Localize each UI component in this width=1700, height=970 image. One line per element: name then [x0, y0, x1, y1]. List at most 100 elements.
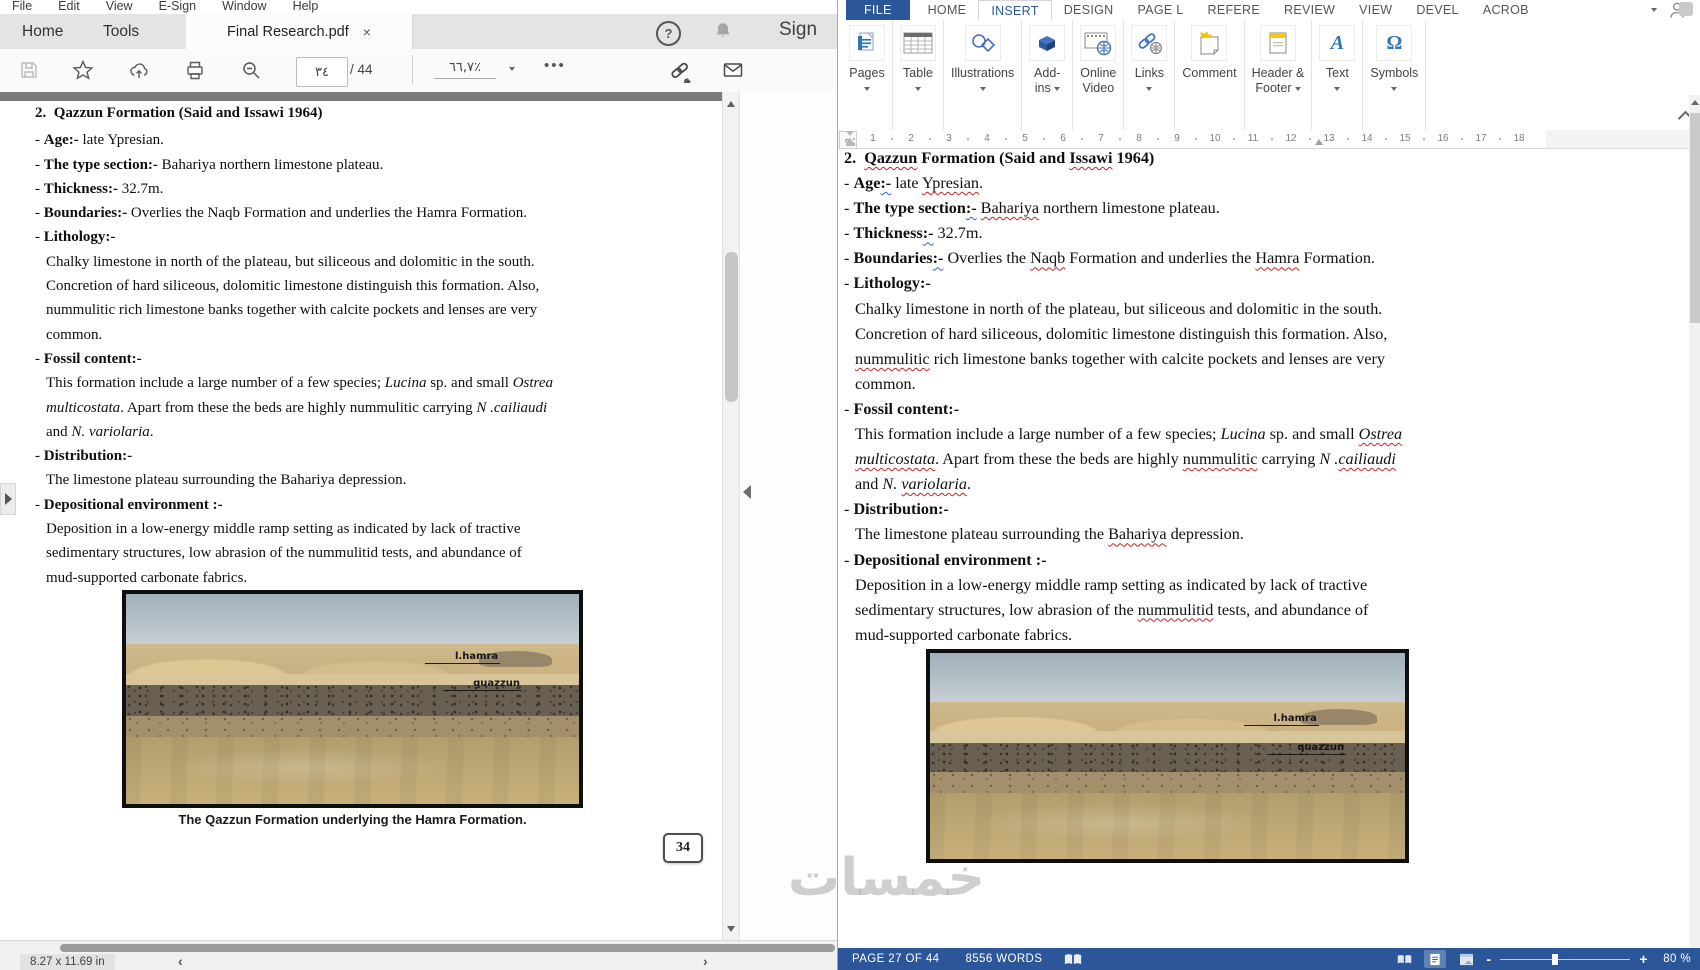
acrobat-document-tab[interactable]: Final Research.pdf × — [186, 14, 413, 49]
ribbon-tab-view[interactable]: VIEW — [1347, 0, 1404, 20]
share-cloud-icon[interactable] — [128, 59, 150, 81]
scrollbar-thumb[interactable] — [1690, 113, 1700, 323]
zoom-slider[interactable] — [1500, 959, 1630, 960]
proofing-status-icon[interactable] — [1064, 953, 1082, 966]
ribbon-group-pages: Pages — [842, 20, 893, 130]
ribbon-tab-acrob[interactable]: ACROB — [1471, 0, 1541, 20]
ribbon-group-table: TableTables — [893, 20, 944, 130]
doc-line: Chalky limestone in north of the plateau… — [35, 250, 655, 274]
ribbon-button-addins[interactable]: Add-ins — [1029, 22, 1065, 96]
web-layout-icon[interactable] — [1455, 950, 1477, 968]
doc-line: - Age:- late Ypresian. — [35, 128, 655, 152]
acrobat-home-tab[interactable]: Home — [22, 14, 63, 49]
scroll-up-icon[interactable] — [1691, 100, 1699, 105]
text-icon: A — [1319, 25, 1355, 61]
menu-view[interactable]: View — [106, 0, 133, 13]
more-options-icon[interactable]: ••• — [544, 57, 566, 74]
menu-e-sign[interactable]: E-Sign — [159, 0, 197, 13]
menu-window[interactable]: Window — [222, 0, 266, 13]
scrollbar-thumb[interactable] — [725, 252, 738, 402]
ribbon-tab-home[interactable]: HOME — [916, 0, 979, 20]
star-icon[interactable] — [72, 59, 94, 81]
notifications-bell-icon[interactable] — [712, 20, 734, 42]
menu-edit[interactable]: Edit — [58, 0, 80, 13]
pdf-vertical-scrollbar[interactable] — [722, 92, 740, 941]
ribbon-button-headerfooter[interactable]: Header &Footer — [1252, 22, 1305, 96]
page-number-input[interactable] — [296, 57, 348, 87]
status-bar-right: - + 80 % — [1393, 948, 1695, 970]
zoom-in-button[interactable]: + — [1639, 950, 1648, 968]
ribbon-button-symbols[interactable]: ΩSymbols — [1370, 22, 1418, 96]
pdf-canvas-background — [0, 92, 739, 101]
chevron-down-icon — [864, 87, 870, 91]
doc-line: - The type section:- Bahariya northern l… — [844, 196, 1544, 221]
doc-line: Concretion of hard siliceous, dolomitic … — [35, 274, 655, 298]
help-icon[interactable]: ? — [656, 21, 681, 46]
ribbon-tab-devel[interactable]: DEVEL — [1404, 0, 1471, 20]
doc-line: - Depositional environment :- — [35, 493, 655, 517]
print-layout-icon[interactable] — [1424, 950, 1446, 968]
photo-mid-band — [930, 772, 1405, 795]
ribbon-tab-page-l[interactable]: PAGE L — [1125, 0, 1195, 20]
word-text-block[interactable]: 2. Qazzun Formation (Said and Issawi 196… — [844, 149, 1544, 648]
menu-help[interactable]: Help — [293, 0, 319, 13]
ruler-scale: 123456789101112131415161718 — [854, 130, 1538, 148]
scroll-up-icon[interactable] — [727, 101, 735, 107]
page-count-status[interactable]: PAGE 27 OF 44 — [852, 953, 939, 965]
scroll-down-icon[interactable] — [727, 926, 735, 932]
zoom-percentage[interactable]: 80 % — [1657, 953, 1691, 965]
word-photo-qazzun-formation[interactable]: l.hamra quazzun — [926, 649, 1409, 863]
doc-line: - Thickness:- 32.7m. — [844, 221, 1544, 246]
save-icon[interactable] — [18, 59, 40, 81]
close-icon[interactable]: × — [363, 24, 371, 40]
ruler-mark: 5 — [1006, 130, 1044, 148]
email-icon[interactable] — [722, 59, 744, 81]
print-icon[interactable] — [184, 59, 206, 81]
chevron-down-icon[interactable] — [1651, 8, 1657, 12]
ribbon-group-illustrations: Illustrations — [944, 20, 1022, 130]
ruler-mark: 18 — [1500, 130, 1538, 148]
hscroll-right-icon[interactable]: › — [703, 953, 708, 969]
word-count-status[interactable]: 8556 WORDS — [965, 953, 1042, 965]
read-mode-icon[interactable] — [1393, 950, 1415, 968]
doc-line: - Boundaries:- Overlies the Naqb Formati… — [844, 246, 1544, 271]
ribbon-button-label: Add- — [1034, 66, 1060, 81]
horizontal-scrollbar-thumb[interactable] — [60, 944, 835, 952]
photo-label-quazzun: quazzun — [443, 678, 522, 691]
ribbon-button-table[interactable]: Table — [900, 22, 936, 96]
word-document-canvas[interactable]: 2. Qazzun Formation (Said and Issawi 196… — [838, 149, 1689, 948]
menu-file[interactable]: File — [12, 0, 32, 13]
chevron-down-icon[interactable] — [509, 67, 515, 71]
ribbon-tab-file[interactable]: FILE — [846, 0, 910, 20]
ribbon-button-links[interactable]: Links — [1131, 22, 1167, 96]
ribbon-tab-insert[interactable]: INSERT — [978, 0, 1051, 20]
search-icon[interactable] — [240, 59, 262, 81]
expand-panel-tab[interactable] — [0, 483, 16, 515]
ribbon-tab-design[interactable]: DESIGN — [1052, 0, 1126, 20]
ruler-mark: 7 — [1082, 130, 1120, 148]
ribbon-button-text[interactable]: A Text — [1319, 22, 1355, 96]
ruler-mark: 14 — [1348, 130, 1386, 148]
hscroll-left-icon[interactable]: ‹ — [178, 953, 183, 969]
ribbon-button-illustrations[interactable]: Illustrations — [951, 22, 1014, 96]
zoom-out-button[interactable]: - — [1486, 950, 1491, 968]
ribbon-tab-review[interactable]: REVIEW — [1272, 0, 1347, 20]
doc-line: The limestone plateau surrounding the Ba… — [35, 468, 655, 492]
ribbon-button-label: Online — [1080, 66, 1116, 81]
ribbon-button-pages[interactable]: Pages — [849, 22, 885, 96]
collapse-pane-left-icon[interactable] — [743, 485, 751, 499]
ribbon-button-comment[interactable]: Comment — [1182, 22, 1236, 81]
ruler-mark: 16 — [1424, 130, 1462, 148]
sign-in-label[interactable]: Sign — [779, 19, 817, 41]
acrobat-tools-tab[interactable]: Tools — [103, 14, 139, 49]
ribbon-tab-refere[interactable]: REFERE — [1196, 0, 1273, 20]
ribbon-button-video[interactable]: OnlineVideo — [1080, 22, 1116, 96]
ribbon-button-label: Text — [1326, 66, 1349, 81]
page-size-indicator: 8.27 x 11.69 in — [20, 954, 115, 970]
zoom-slider-thumb[interactable] — [1552, 954, 1558, 965]
right-indent-marker[interactable] — [1315, 139, 1323, 145]
horizontal-ruler[interactable]: ⌐ 123456789101112131415161718 — [838, 130, 1690, 149]
link-icon[interactable] — [668, 59, 694, 81]
zoom-level-field[interactable]: ٦٦,٧٪ — [434, 60, 496, 79]
word-vertical-scrollbar[interactable] — [1689, 95, 1700, 948]
